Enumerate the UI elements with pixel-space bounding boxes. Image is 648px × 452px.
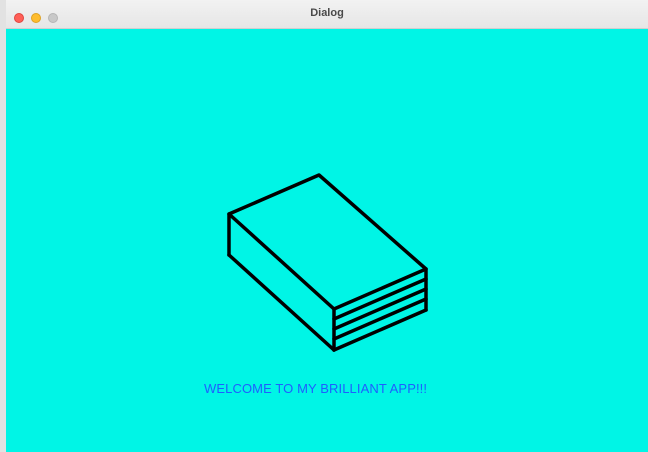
- window-title: Dialog: [310, 7, 344, 19]
- book-icon: [227, 173, 428, 352]
- dialog-window: Dialog WELCOME TO MY BRILLIANT APP!!!: [0, 0, 648, 452]
- title-bar[interactable]: Dialog: [6, 0, 648, 29]
- welcome-text: WELCOME TO MY BRILLIANT APP!!!: [204, 381, 428, 396]
- dialog-content: WELCOME TO MY BRILLIANT APP!!!: [6, 29, 648, 452]
